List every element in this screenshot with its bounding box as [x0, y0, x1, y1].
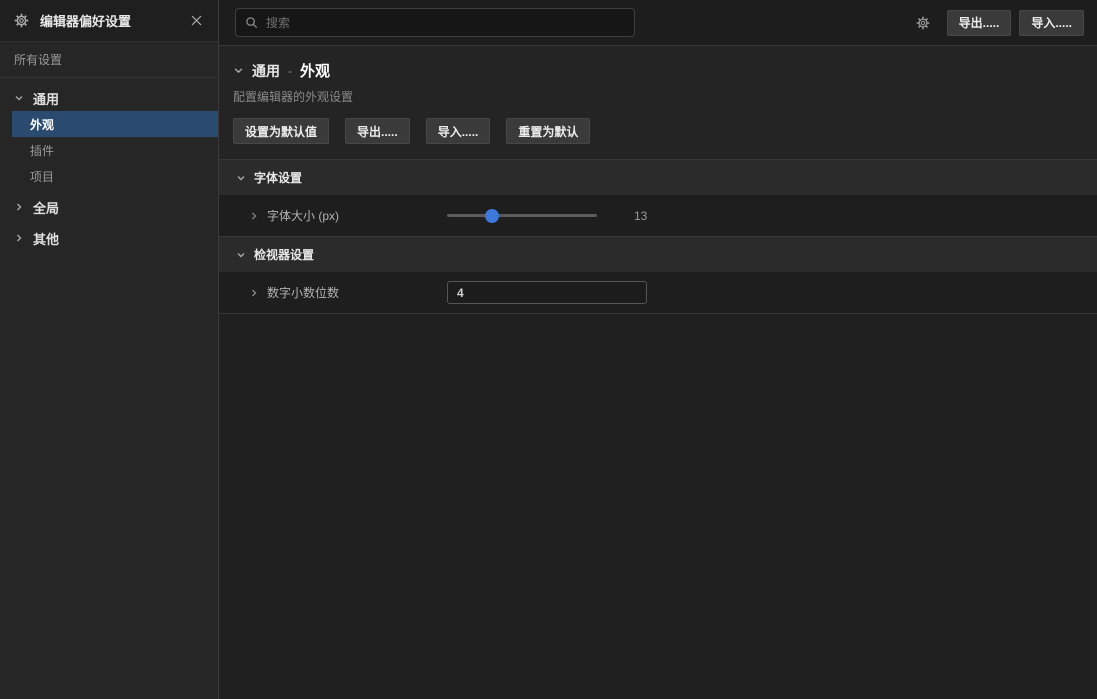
- decimal-places-input[interactable]: [447, 281, 647, 304]
- sidebar-item-label: 项目: [30, 168, 54, 185]
- sidebar-item-label: 全局: [33, 198, 59, 217]
- sidebar-item-all-settings[interactable]: 所有设置: [0, 42, 218, 78]
- chevron-down-icon: [14, 93, 24, 103]
- chevron-right-icon[interactable]: [249, 288, 259, 298]
- chevron-down-icon: [236, 250, 246, 260]
- breadcrumb: 通用 - 外观: [233, 60, 1083, 81]
- search-input[interactable]: [266, 16, 625, 30]
- preferences-sidebar: 编辑器偏好设置 所有设置 通用 外观 插件 项目: [0, 0, 219, 699]
- export-settings-button[interactable]: 导出.....: [345, 118, 410, 144]
- gear-icon: [14, 13, 29, 28]
- window-titlebar: 编辑器偏好设置: [0, 0, 218, 42]
- import-button[interactable]: 导入.....: [1019, 10, 1084, 36]
- page-header: 通用 - 外观 配置编辑器的外观设置 设置为默认值 导出..... 导入....…: [219, 46, 1097, 160]
- chevron-right-icon[interactable]: [249, 211, 259, 221]
- chevron-right-icon: [14, 202, 24, 212]
- breadcrumb-separator: -: [288, 64, 292, 78]
- chevron-down-icon: [236, 173, 246, 183]
- font-size-value: 13: [634, 209, 647, 223]
- import-settings-button[interactable]: 导入.....: [426, 118, 491, 144]
- page-description: 配置编辑器的外观设置: [233, 88, 1083, 105]
- section-header-font[interactable]: 字体设置: [219, 160, 1097, 195]
- topbar: 导出..... 导入.....: [219, 0, 1097, 46]
- page-title: 外观: [300, 60, 330, 81]
- settings-tree: 通用 外观 插件 项目 全局 其他: [0, 78, 218, 251]
- font-size-slider[interactable]: [447, 209, 597, 223]
- sidebar-item-other[interactable]: 其他: [0, 225, 218, 251]
- setting-label-wrap: 字体大小 (px): [249, 207, 447, 224]
- sidebar-item-label: 插件: [30, 142, 54, 159]
- setting-label: 数字小数位数: [267, 284, 339, 301]
- setting-label: 字体大小 (px): [267, 207, 339, 224]
- sidebar-item-general[interactable]: 通用: [0, 85, 218, 111]
- section-title: 字体设置: [254, 169, 302, 186]
- search-icon: [245, 16, 258, 29]
- section-title: 检视器设置: [254, 246, 314, 263]
- sidebar-item-label: 通用: [33, 89, 59, 108]
- reset-default-button[interactable]: 重置为默认: [506, 118, 590, 144]
- sidebar-item-plugins[interactable]: 插件: [12, 137, 218, 163]
- page-actions: 设置为默认值 导出..... 导入..... 重置为默认: [233, 118, 1083, 144]
- sidebar-item-global[interactable]: 全局: [0, 194, 218, 220]
- chevron-right-icon: [14, 233, 24, 243]
- slider-track[interactable]: [447, 214, 597, 217]
- main-panel: 导出..... 导入..... 通用 - 外观 配置编辑器的外观设置 设置为默认…: [219, 0, 1097, 699]
- set-default-button[interactable]: 设置为默认值: [233, 118, 329, 144]
- window-title: 编辑器偏好设置: [40, 11, 177, 30]
- breadcrumb-category: 通用: [252, 61, 280, 81]
- sidebar-item-label: 外观: [30, 116, 54, 133]
- close-icon[interactable]: [188, 13, 204, 29]
- content-empty-area: [219, 314, 1097, 699]
- sidebar-item-project[interactable]: 项目: [12, 163, 218, 189]
- font-size-slider-thumb[interactable]: [485, 209, 499, 223]
- section-header-inspector[interactable]: 检视器设置: [219, 237, 1097, 272]
- export-button[interactable]: 导出.....: [947, 10, 1012, 36]
- chevron-down-icon[interactable]: [233, 65, 244, 76]
- search-box[interactable]: [235, 8, 635, 37]
- sidebar-item-appearance[interactable]: 外观: [12, 111, 218, 137]
- setting-row-decimal-places: 数字小数位数: [219, 272, 1097, 314]
- settings-gear-icon[interactable]: [916, 16, 930, 30]
- setting-row-font-size: 字体大小 (px) 13: [219, 195, 1097, 237]
- sidebar-item-label: 其他: [33, 229, 59, 248]
- setting-label-wrap: 数字小数位数: [249, 284, 447, 301]
